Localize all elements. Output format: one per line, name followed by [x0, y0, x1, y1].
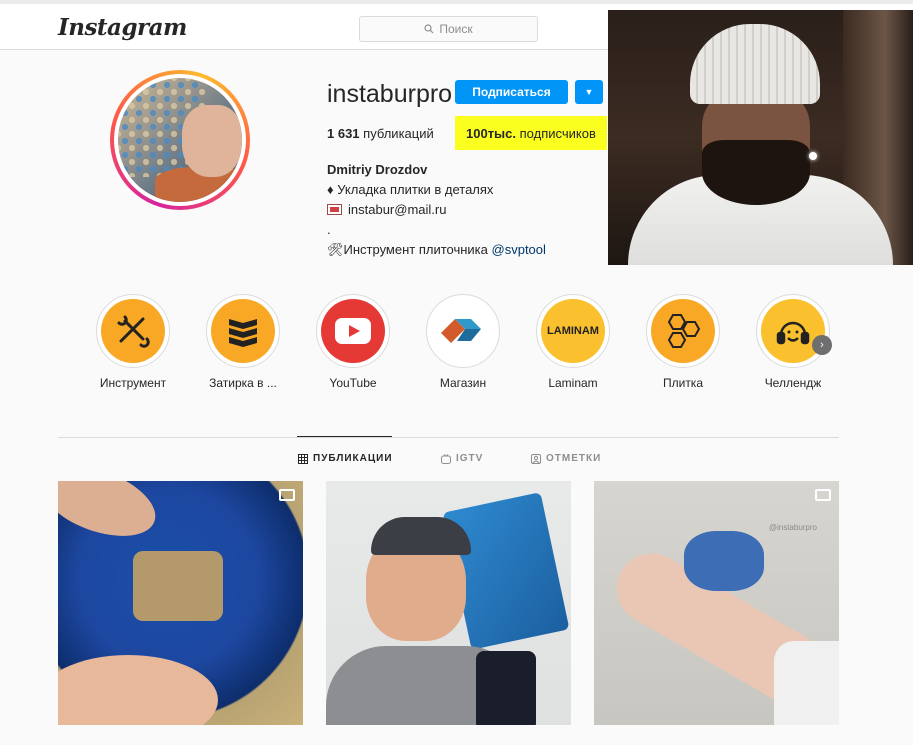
tools-icon: [101, 299, 165, 363]
profile-avatar[interactable]: [110, 70, 250, 210]
igtv-icon: [441, 453, 451, 464]
post-watermark: @instaburpro: [768, 523, 817, 532]
highlight-item[interactable]: Плитка: [646, 294, 720, 390]
hexagon-tiles-icon: [651, 299, 715, 363]
headphones-face-icon: [761, 299, 825, 363]
followers-label: подписчиков: [519, 126, 596, 141]
chevron-right-icon: ›: [820, 339, 824, 351]
followers-stat[interactable]: 100тыс. подписчиков: [466, 126, 596, 141]
chevron-down-icon: ▼: [584, 87, 594, 97]
follow-button[interactable]: Подписаться: [455, 80, 568, 104]
profile-username: instaburpro: [327, 80, 453, 108]
grid-icon: [298, 453, 308, 464]
followers-count: 100тыс.: [466, 126, 517, 141]
tab-tagged[interactable]: ОТМЕТКИ: [531, 453, 601, 464]
highlight-item[interactable]: Магазин: [426, 294, 500, 390]
posts-stat: 1 631 публикаций: [327, 126, 434, 141]
svptool-mention-link[interactable]: @svptool: [492, 242, 546, 257]
grout-layers-icon: [211, 299, 275, 363]
highlight-item[interactable]: Затирка в ...: [206, 294, 280, 390]
shop-logo-icon: [431, 299, 495, 363]
avatar-photo: [118, 78, 242, 202]
bio-tool-line: 🛠Инструмент плиточника @svptool: [327, 242, 546, 257]
laminam-logo-icon: LAMINAM: [541, 299, 605, 363]
video-icon: [279, 489, 295, 501]
profile-bio: Dmitriy Drozdov ♦ Укладка плитки в детал…: [327, 160, 546, 260]
post-thumbnail[interactable]: [58, 481, 303, 725]
tab-igtv[interactable]: IGTV: [441, 453, 483, 464]
search-icon: [424, 24, 434, 34]
suggestions-dropdown-button[interactable]: ▼: [575, 80, 603, 104]
tagged-icon: [531, 453, 541, 464]
tabs-divider: [58, 437, 839, 438]
youtube-icon: [321, 299, 385, 363]
story-highlights: Инструмент Затирка в ... YouTube Магазин…: [92, 294, 837, 394]
highlight-item[interactable]: LAMINAM Laminam: [536, 294, 610, 390]
profile-stats: 1 631 публикаций: [327, 126, 434, 141]
video-icon: [815, 489, 831, 501]
instagram-logo[interactable]: Instagram: [58, 14, 187, 41]
profile-full-name: Dmitriy Drozdov: [327, 162, 428, 177]
bio-email-line: instabur@mail.ru: [327, 200, 546, 220]
bio-line: ♦ Укладка плитки в деталях: [327, 182, 494, 197]
bio-email: instabur@mail.ru: [348, 202, 447, 217]
profile-tabs: ПУБЛИКАЦИИ IGTV ОТМЕТКИ: [0, 453, 913, 467]
highlight-item[interactable]: Инструмент: [96, 294, 170, 390]
overlay-photo: [608, 10, 913, 265]
bio-dot: .: [327, 222, 331, 237]
search-placeholder: Поиск: [439, 22, 473, 36]
post-thumbnail[interactable]: [326, 481, 571, 725]
active-tab-indicator: [297, 436, 392, 437]
search-input[interactable]: Поиск: [359, 16, 538, 42]
highlight-item[interactable]: YouTube: [316, 294, 390, 390]
tab-posts[interactable]: ПУБЛИКАЦИИ: [298, 453, 393, 464]
highlights-next-button[interactable]: ›: [812, 335, 832, 355]
email-icon: [327, 204, 342, 215]
post-thumbnail[interactable]: @instaburpro: [594, 481, 839, 725]
